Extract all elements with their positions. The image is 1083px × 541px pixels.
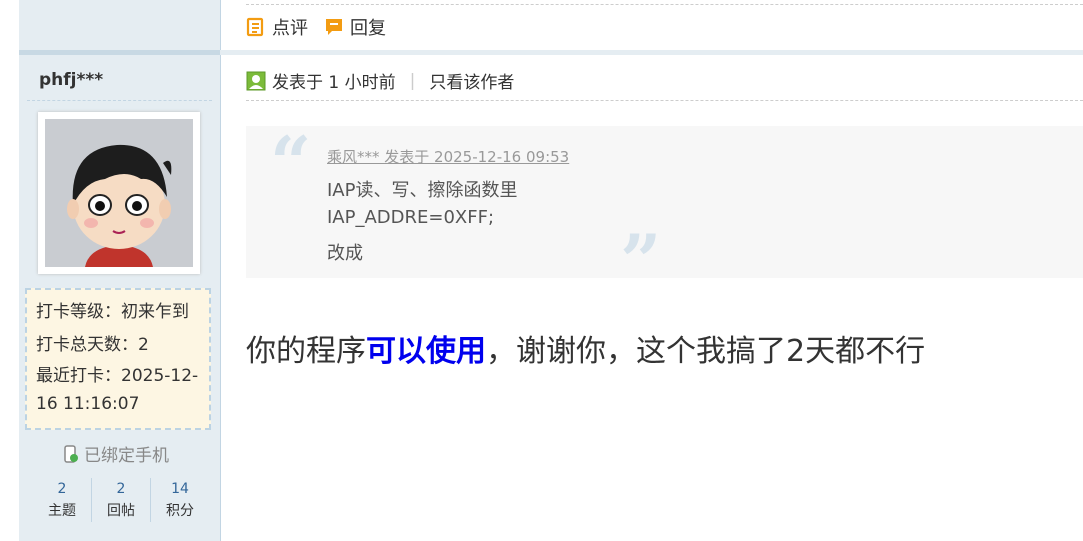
author-sidebar: phfj*** 打卡等级：初来乍到 打卡总天数：2 最近打卡：2025-12-1… (19, 0, 221, 541)
separator-pipe: | (409, 70, 416, 91)
stat-value: 14 (171, 481, 189, 497)
divider (246, 4, 1083, 5)
stat-label: 主题 (48, 503, 76, 519)
review-label: 点评 (272, 18, 308, 39)
phone-bound-label: 已绑定手机 (84, 446, 169, 466)
quote-block: “ 乘风*** 发表于 2025-12-16 09:53 IAP读、写、擦除函数… (246, 120, 1083, 303)
last-checkin: 最近打卡：2025-12-16 11:16:07 (36, 366, 199, 414)
phone-bound-badge: 已绑定手机 (64, 441, 169, 466)
stat-value: 2 (116, 481, 126, 497)
review-icon (246, 17, 264, 37)
stat-points[interactable]: 14 积分 (151, 478, 209, 522)
author-only-link[interactable]: 只看该作者 (429, 68, 514, 93)
post-time: 发表于 1 小时前 (272, 73, 396, 93)
review-button[interactable]: 点评 (246, 14, 308, 40)
author-stats: 2 主题 2 回帖 14 积分 (33, 478, 209, 522)
checkin-info: 打卡等级：初来乍到 打卡总天数：2 最近打卡：2025-12-16 11:16:… (25, 288, 211, 430)
reply-text-after: ，谢谢你，这个我搞了2天都不行 (486, 334, 926, 369)
reply-highlight: 可以使用 (366, 334, 486, 369)
stat-label: 回帖 (107, 503, 135, 519)
sidebar-top (19, 0, 220, 55)
quote-source-link[interactable]: 乘风*** 发表于 2025-12-16 09:53 (327, 146, 569, 167)
avatar[interactable] (38, 112, 200, 274)
stat-replies[interactable]: 2 回帖 (92, 478, 151, 522)
reply-button[interactable]: 回复 (324, 14, 386, 40)
reply-icon (326, 19, 342, 35)
post-meta: 发表于 1 小时前 | 只看该作者 (246, 68, 514, 93)
reply-message: 你的程序可以使用，谢谢你，这个我搞了2天都不行 (246, 326, 925, 370)
phone-icon (64, 444, 78, 463)
stat-value: 2 (57, 481, 67, 497)
close-quote-icon: ” (620, 218, 662, 303)
author-username[interactable]: phfj*** (39, 70, 103, 90)
quote-line: IAP读、写、擦除函数里 (327, 180, 518, 201)
post-actions: 点评 回复 (246, 14, 386, 40)
divider (27, 100, 212, 101)
post-separator (220, 50, 1083, 55)
reply-text-before: 你的程序 (246, 334, 366, 369)
reply-label: 回复 (350, 18, 386, 39)
checkin-level: 打卡等级：初来乍到 (36, 302, 189, 322)
quote-line: IAP_ADDRE=0XFF; (327, 207, 495, 228)
avatar-image (45, 119, 193, 267)
checkin-total-days: 打卡总天数：2 (36, 335, 149, 355)
divider (246, 100, 1083, 101)
quote-line: 改成 (327, 243, 363, 264)
online-user-icon (246, 71, 266, 90)
stat-label: 积分 (166, 503, 194, 519)
open-quote-icon: “ (270, 120, 312, 205)
stat-threads[interactable]: 2 主题 (33, 478, 92, 522)
